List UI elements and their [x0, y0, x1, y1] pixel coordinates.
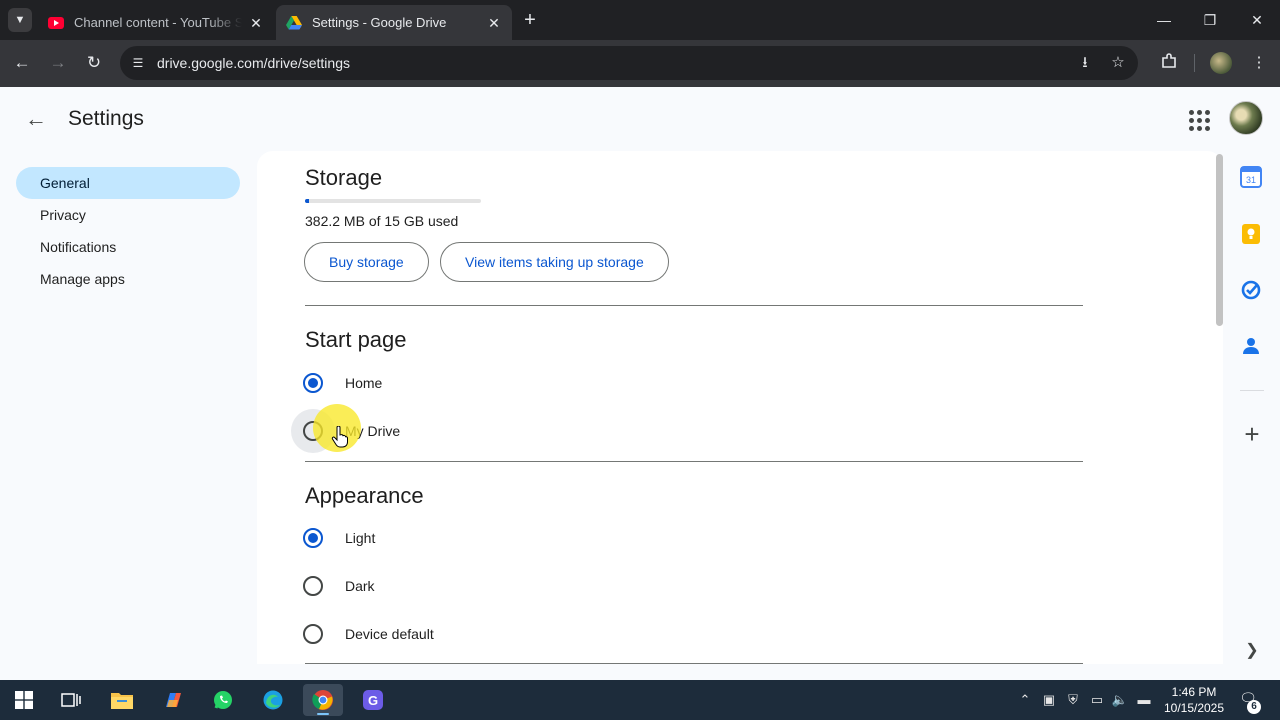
notification-count-badge: 6 [1247, 700, 1261, 714]
task-view-icon[interactable] [51, 684, 91, 716]
tasks-icon[interactable] [1240, 279, 1264, 303]
radio-button[interactable] [303, 576, 323, 596]
close-tab-icon[interactable]: ✕ [248, 15, 264, 31]
back-arrow-icon[interactable]: ← [24, 107, 48, 131]
page-title: Settings [68, 107, 144, 130]
whatsapp-icon[interactable] [203, 684, 243, 716]
menu-icon[interactable]: ⋮ [1248, 52, 1270, 74]
system-clock[interactable]: 1:46 PM 10/15/2025 [1156, 684, 1232, 716]
google-drive-icon [286, 15, 302, 31]
section-divider [305, 305, 1083, 306]
toolbar-divider [1194, 54, 1195, 72]
side-panel-divider [1240, 390, 1264, 391]
nav-item-manage-apps[interactable]: Manage apps [16, 263, 240, 295]
start-page-heading: Start page [305, 327, 407, 352]
clock-time: 1:46 PM [1171, 685, 1217, 699]
extensions-icon[interactable] [1158, 52, 1180, 74]
address-bar[interactable]: ☰ drive.google.com/drive/settings ⭳ ☆ [120, 46, 1138, 80]
storage-heading: Storage [305, 165, 383, 190]
security-shield-icon[interactable]: ⛨ [1064, 691, 1082, 709]
appearance-option-dark[interactable]: Dark [303, 574, 375, 598]
appearance-option-light[interactable]: Light [303, 526, 375, 550]
copilot-icon[interactable] [153, 684, 193, 716]
chrome-icon[interactable] [303, 684, 343, 716]
side-panel: 31 + ❯ [1232, 151, 1272, 671]
google-apps-icon[interactable] [1186, 107, 1210, 131]
nav-item-notifications[interactable]: Notifications [16, 231, 240, 263]
hand-cursor-icon [331, 426, 349, 448]
start-icon[interactable] [4, 684, 44, 716]
settings-panel: Storage 382.2 MB of 15 GB used Buy stora… [257, 151, 1223, 664]
install-app-icon[interactable]: ⭳ [1075, 53, 1095, 73]
radio-button[interactable] [303, 528, 323, 548]
keep-icon[interactable] [1240, 223, 1264, 247]
radio-label: Light [345, 530, 376, 546]
tab-strip: ▼ Channel content - YouTube Studio ✕ Set… [0, 0, 1280, 40]
svg-text:G: G [368, 693, 378, 708]
tab-title: Settings - Google Drive [312, 15, 447, 30]
radio-label: Home [345, 375, 383, 391]
minimize-icon[interactable]: — [1152, 8, 1176, 32]
network-icon[interactable]: ▭ [1088, 691, 1106, 709]
tab-google-drive-settings[interactable]: Settings - Google Drive ✕ [276, 5, 512, 40]
storage-used-text: 382.2 MB of 15 GB used [305, 213, 459, 229]
forward-icon[interactable]: → [47, 52, 69, 74]
contacts-icon[interactable] [1240, 335, 1264, 359]
buy-storage-button[interactable]: Buy storage [304, 242, 429, 282]
appearance-heading: Appearance [305, 483, 424, 508]
browser-toolbar: ← → ↻ ☰ drive.google.com/drive/settings … [0, 40, 1280, 87]
nav-item-privacy[interactable]: Privacy [16, 199, 240, 231]
radio-button[interactable] [303, 624, 323, 644]
settings-nav: General Privacy Notifications Manage app… [16, 167, 240, 295]
tray-overflow-icon[interactable]: ⌃ [1016, 691, 1034, 709]
appearance-option-device-default[interactable]: Device default [303, 622, 434, 646]
profile-avatar[interactable] [1210, 52, 1232, 74]
tab-youtube-studio[interactable]: Channel content - YouTube Studio ✕ [38, 5, 274, 40]
tab-search-button[interactable]: ▼ [8, 8, 32, 32]
start-page-option-home[interactable]: Home [303, 371, 382, 395]
add-icon[interactable]: + [1240, 421, 1264, 447]
vertical-scrollbar[interactable] [1216, 154, 1223, 326]
site-info-icon[interactable]: ☰ [128, 53, 148, 73]
clock-date: 10/15/2025 [1163, 701, 1225, 715]
chevron-right-icon[interactable]: ❯ [1240, 639, 1264, 663]
url-text[interactable]: drive.google.com/drive/settings [157, 55, 350, 71]
file-explorer-icon[interactable] [102, 684, 142, 716]
section-divider [305, 461, 1083, 462]
close-tab-icon[interactable]: ✕ [486, 15, 502, 31]
battery-icon[interactable]: ▬ [1135, 691, 1153, 709]
storage-usage-fill [305, 199, 310, 203]
tray-app-icon[interactable]: ▣ [1040, 691, 1058, 709]
storage-usage-bar [305, 199, 481, 203]
calendar-icon[interactable]: 31 [1240, 166, 1264, 190]
reload-icon[interactable]: ↻ [83, 52, 105, 74]
radio-button[interactable] [303, 373, 323, 393]
section-divider [305, 663, 1083, 664]
tab-title: Channel content - YouTube Studio [74, 15, 242, 30]
new-tab-button[interactable]: + [520, 10, 540, 30]
svg-text:31: 31 [1246, 175, 1256, 185]
youtube-icon [48, 15, 64, 31]
windows-taskbar: G ⌃ ▣ ⛨ ▭ 🔈 ▬ 1:46 PM 10/15/2025 🗨 6 [0, 680, 1280, 720]
volume-icon[interactable]: 🔈 [1111, 691, 1129, 709]
bookmark-star-icon[interactable]: ☆ [1108, 53, 1128, 73]
back-icon[interactable]: ← [11, 52, 33, 74]
nav-item-general[interactable]: General [16, 167, 240, 199]
drive-settings-page: ← Settings General Privacy Notifications… [0, 87, 1280, 680]
app-icon[interactable]: G [353, 684, 393, 716]
account-avatar[interactable] [1229, 101, 1263, 135]
edge-icon[interactable] [253, 684, 293, 716]
close-window-icon[interactable]: ✕ [1245, 8, 1269, 32]
radio-label: Dark [345, 578, 375, 594]
restore-icon[interactable]: ❐ [1198, 8, 1222, 32]
view-storage-items-button[interactable]: View items taking up storage [440, 242, 669, 282]
radio-label: Device default [345, 626, 434, 642]
